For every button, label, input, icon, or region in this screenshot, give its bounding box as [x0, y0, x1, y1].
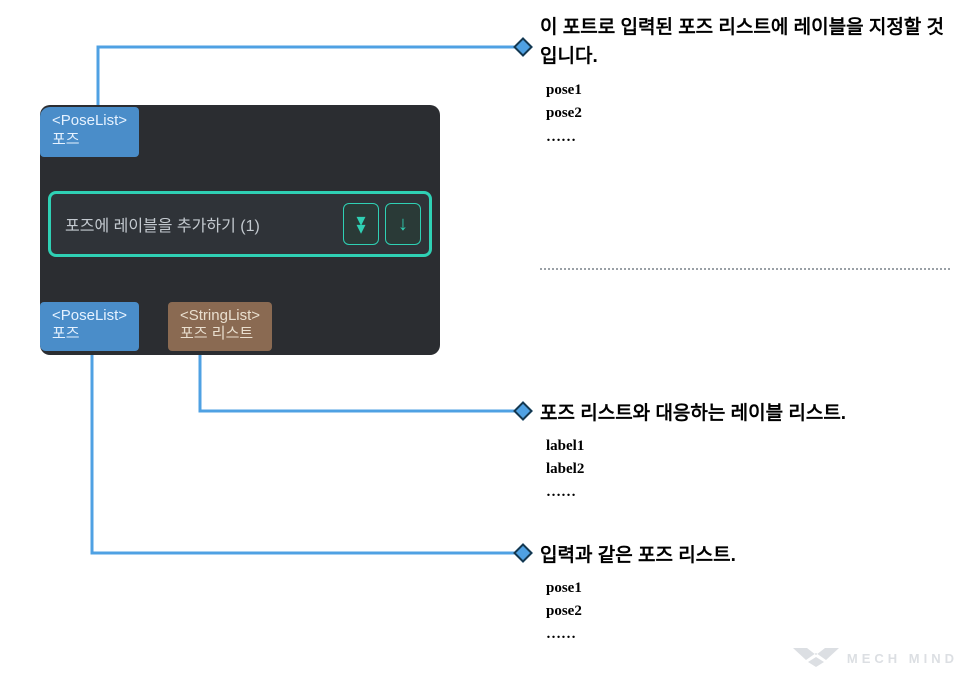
annotation-title: 포즈 리스트와 대응하는 레이블 리스트.: [540, 400, 950, 429]
annotation-output-poselist: 입력과 같은 포즈 리스트. pose1 pose2 ……: [540, 542, 950, 646]
watermark: MECH MIND: [793, 648, 958, 668]
sample-line: pose2: [546, 102, 950, 125]
node-block[interactable]: 포즈에 레이블을 추가하기 (1) ▾▾ ↓: [48, 191, 432, 257]
port-type: <PoseList>: [52, 112, 127, 131]
annotation-sample: pose1 pose2 ……: [540, 577, 950, 647]
sample-line: ……: [546, 481, 950, 504]
annotation-title: 이 포트로 입력된 포즈 리스트에 레이블을 지정할 것입니다.: [540, 14, 950, 71]
sample-line: ……: [546, 623, 950, 646]
divider: [540, 268, 950, 270]
sample-line: pose1: [546, 79, 950, 102]
watermark-logo-icon: [793, 648, 839, 668]
node-title: 포즈에 레이블을 추가하기 (1): [65, 212, 337, 236]
port-name: 포즈 리스트: [180, 325, 260, 344]
bullet-diamond: [513, 37, 533, 57]
bullet-diamond: [513, 401, 533, 421]
input-port-poselist[interactable]: <PoseList> 포즈: [40, 107, 139, 157]
sample-line: pose1: [546, 577, 950, 600]
output-port-poselist[interactable]: <PoseList> 포즈: [40, 302, 139, 352]
sample-line: pose2: [546, 600, 950, 623]
bullet-diamond: [513, 543, 533, 563]
expand-down-icon[interactable]: ▾▾: [343, 203, 379, 245]
annotation-labellist: 포즈 리스트와 대응하는 레이블 리스트. label1 label2 ……: [540, 400, 950, 504]
sample-line: label2: [546, 458, 950, 481]
annotation-sample: pose1 pose2 ……: [540, 79, 950, 149]
annotation-sample: label1 label2 ……: [540, 435, 950, 505]
annotation-title: 입력과 같은 포즈 리스트.: [540, 542, 950, 571]
arrow-down-icon[interactable]: ↓: [385, 203, 421, 245]
node-panel: <PoseList> 포즈 포즈에 레이블을 추가하기 (1) ▾▾ ↓ <Po…: [40, 105, 440, 355]
watermark-text: MECH MIND: [847, 651, 958, 666]
annotation-input: 이 포트로 입력된 포즈 리스트에 레이블을 지정할 것입니다. pose1 p…: [540, 14, 950, 149]
sample-line: ……: [546, 126, 950, 149]
port-type: <PoseList>: [52, 307, 127, 326]
output-port-stringlist[interactable]: <StringList> 포즈 리스트: [168, 302, 272, 352]
port-name: 포즈: [52, 325, 127, 344]
port-type: <StringList>: [180, 307, 260, 326]
port-name: 포즈: [52, 131, 127, 150]
sample-line: label1: [546, 435, 950, 458]
